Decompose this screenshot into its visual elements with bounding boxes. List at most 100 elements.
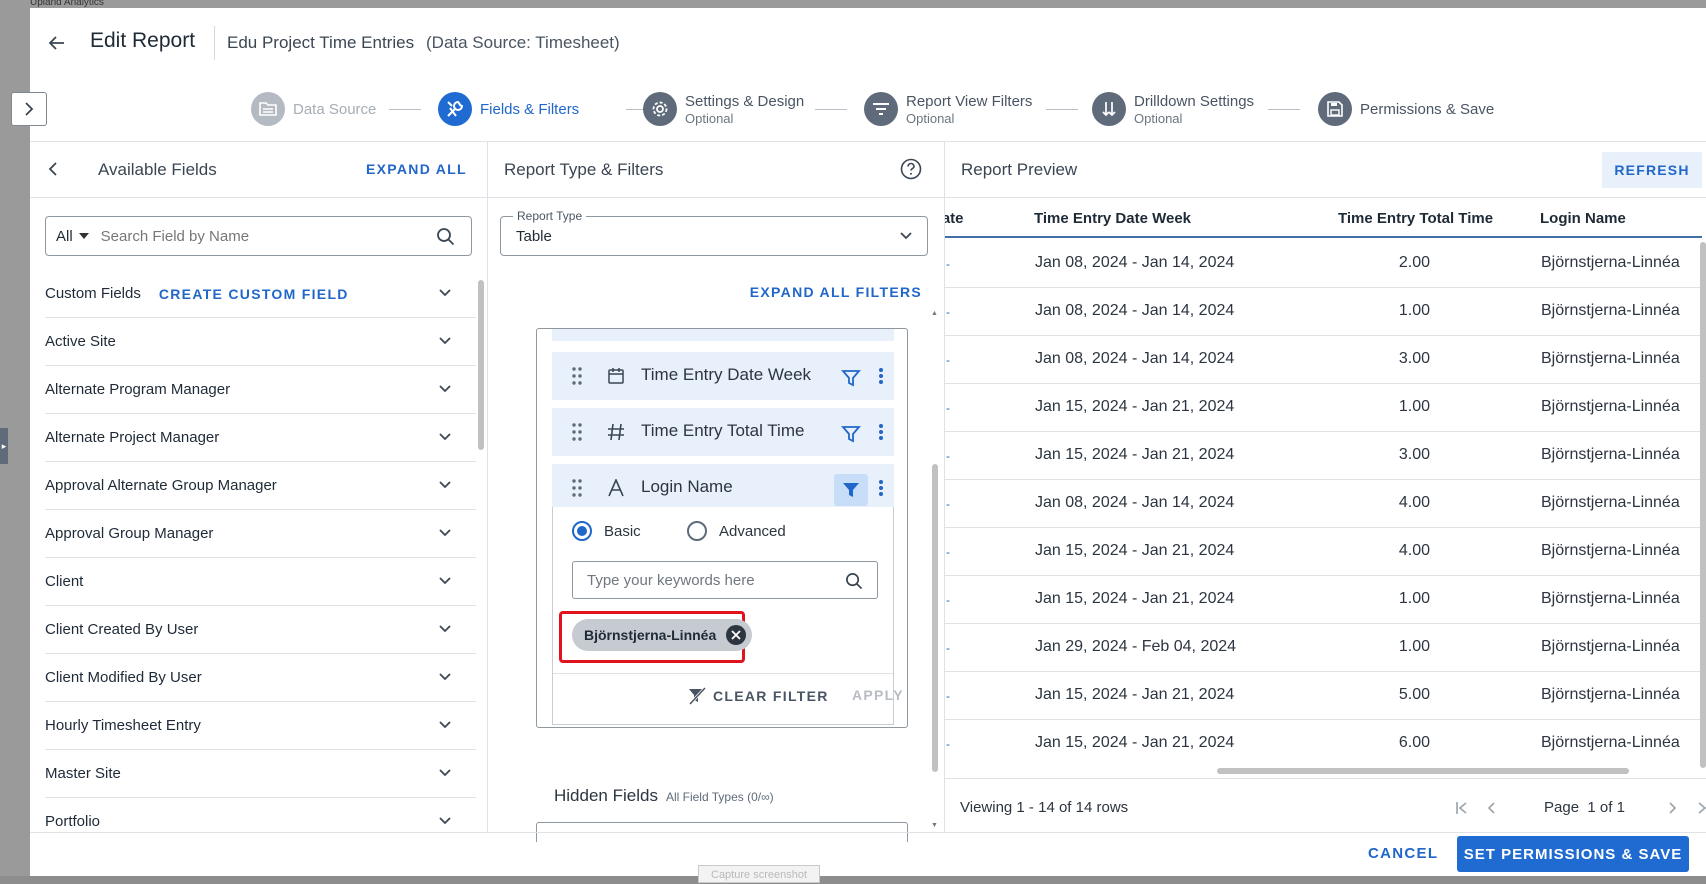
- clear-filter-button[interactable]: CLEAR FILTER: [687, 687, 829, 705]
- cell-total-time: 3.00: [1398, 350, 1430, 367]
- prev-page-button[interactable]: [1481, 797, 1503, 819]
- field-row[interactable]: Approval Group Manager: [45, 510, 476, 558]
- filters-scrollbar[interactable]: [932, 464, 938, 772]
- step-settings-design[interactable]: Settings & Design Optional: [643, 92, 804, 126]
- cell-week: Jan 15, 2024 - Jan 21, 2024: [1035, 542, 1235, 559]
- table-row[interactable]: - Jan 15, 2024 - Jan 21, 2024 1.00 Björnstj…: [945, 576, 1702, 624]
- refresh-button[interactable]: REFRESH: [1602, 152, 1702, 188]
- field-name: Client Modified By User: [45, 669, 202, 686]
- cell-total-time: 1.00: [1398, 302, 1430, 319]
- field-list-scrollbar[interactable]: [478, 280, 484, 450]
- field-row[interactable]: Client Modified By User: [45, 654, 476, 702]
- table-row[interactable]: - Jan 15, 2024 - Jan 21, 2024 5.00 Björnstj…: [945, 672, 1702, 720]
- create-custom-field-button[interactable]: CREATE CUSTOM FIELD: [159, 286, 349, 302]
- filter-toggle-button[interactable]: [834, 362, 868, 394]
- table-row[interactable]: - Jan 15, 2024 - Jan 21, 2024 4.00 Björnstj…: [945, 528, 1702, 576]
- more-options-button[interactable]: [872, 364, 890, 388]
- preview-horizontal-scrollbar[interactable]: [1217, 768, 1629, 774]
- scroll-up-arrow[interactable]: ▲: [931, 310, 938, 317]
- available-fields-title: Available Fields: [98, 160, 217, 179]
- preview-vertical-scrollbar[interactable]: [1700, 242, 1706, 768]
- column-header[interactable]: Time Entry Total Time: [1338, 210, 1493, 227]
- capture-screenshot-tag[interactable]: Capture screenshot: [698, 865, 820, 883]
- radio-dot: [572, 521, 592, 541]
- field-row[interactable]: Client: [45, 558, 476, 606]
- field-row[interactable]: Hourly Timesheet Entry: [45, 702, 476, 750]
- drag-handle-icon[interactable]: [571, 422, 583, 442]
- search-icon[interactable]: [436, 227, 455, 246]
- first-page-icon: [1456, 802, 1467, 814]
- cell-total-time: 6.00: [1398, 734, 1430, 751]
- save-disk-icon: [1318, 92, 1352, 126]
- table-row[interactable]: - Jan 08, 2024 - Jan 14, 2024 1.00 Björnstj…: [945, 288, 1702, 336]
- first-page-button[interactable]: [1451, 797, 1473, 819]
- more-options-button[interactable]: [872, 420, 890, 444]
- cancel-button[interactable]: CANCEL: [1368, 845, 1438, 862]
- collapse-panel-button[interactable]: [46, 160, 62, 183]
- table-row[interactable]: - Jan 08, 2024 - Jan 14, 2024 4.00 Björnstj…: [945, 480, 1702, 528]
- cell-total-time: 1.00: [1398, 398, 1430, 415]
- cell-login-name: Björnstjerna-Linnéa: [1541, 734, 1680, 751]
- filters-container: Time Entry Date Week Time Entry Total Ti…: [536, 328, 908, 728]
- calendar-icon: [604, 364, 628, 388]
- column-header[interactable]: Time Entry Date Week: [1034, 210, 1191, 227]
- column-header[interactable]: Login Name: [1540, 210, 1626, 227]
- close-icon: [731, 630, 741, 640]
- cell-week: Jan 08, 2024 - Jan 14, 2024: [1035, 350, 1235, 367]
- step-permissions-save[interactable]: Permissions & Save: [1318, 92, 1494, 126]
- field-row[interactable]: Client Created By User: [45, 606, 476, 654]
- search-icon[interactable]: [845, 572, 863, 590]
- cell-login-name: Björnstjerna-Linnéa: [1541, 302, 1680, 319]
- scroll-down-arrow[interactable]: ▼: [931, 822, 938, 829]
- field-name: Approval Group Manager: [45, 525, 214, 542]
- cell-week: Jan 15, 2024 - Jan 21, 2024: [1035, 590, 1235, 607]
- step-label: Drilldown Settings: [1134, 92, 1255, 110]
- set-permissions-save-button[interactable]: SET PERMISSIONS & SAVE: [1457, 836, 1689, 872]
- step-drilldown-settings[interactable]: Drilldown Settings Optional: [1092, 92, 1254, 126]
- edge-expand-tab[interactable]: ▸: [0, 428, 8, 464]
- column-header[interactable]: Date: [945, 210, 964, 227]
- step-sub: Optional: [906, 110, 955, 126]
- help-icon[interactable]: [900, 158, 922, 180]
- table-row[interactable]: - Jan 29, 2024 - Feb 04, 2024 1.00 Björnstj…: [945, 624, 1702, 672]
- step-data-source[interactable]: Data Source: [251, 92, 376, 126]
- hidden-fields-heading: Hidden Fields All Field Types (0/∞): [554, 786, 774, 806]
- expand-sidebar-button[interactable]: [11, 92, 47, 126]
- expand-all-filters-button[interactable]: EXPAND ALL FILTERS: [750, 284, 922, 300]
- filter-toggle-button[interactable]: [834, 474, 868, 506]
- drag-handle-icon[interactable]: [571, 366, 583, 386]
- keyword-input[interactable]: [587, 571, 837, 589]
- step-report-view-filters[interactable]: Report View Filters Optional: [864, 92, 1032, 126]
- table-row[interactable]: - Jan 15, 2024 - Jan 21, 2024 3.00 Björnstj…: [945, 432, 1702, 480]
- last-page-button[interactable]: [1692, 797, 1706, 819]
- table-row[interactable]: - Jan 15, 2024 - Jan 21, 2024 6.00 Björnstj…: [945, 720, 1702, 764]
- step-fields-filters[interactable]: Fields & Filters: [438, 92, 579, 126]
- field-row[interactable]: Active Site: [45, 318, 476, 366]
- table-row[interactable]: - Jan 08, 2024 - Jan 14, 2024 3.00 Björnstj…: [945, 336, 1702, 384]
- filter-row-time-entry-date-week[interactable]: Time Entry Date Week: [552, 352, 894, 400]
- next-page-button[interactable]: [1661, 797, 1683, 819]
- field-row[interactable]: Alternate Project Manager: [45, 414, 476, 462]
- radio-basic[interactable]: Basic: [572, 521, 641, 541]
- filter-row-time-entry-total-time[interactable]: Time Entry Total Time: [552, 408, 894, 456]
- report-type-select[interactable]: Report Type Table: [500, 209, 928, 256]
- table-row[interactable]: - Jan 08, 2024 - Jan 14, 2024 2.00 Björnstj…: [945, 240, 1702, 288]
- field-search-input[interactable]: [100, 227, 421, 245]
- field-row[interactable]: Portfolio: [45, 798, 476, 832]
- field-type-select[interactable]: All: [56, 228, 89, 245]
- back-button[interactable]: [44, 30, 70, 56]
- table-row[interactable]: - Jan 15, 2024 - Jan 21, 2024 1.00 Björnstj…: [945, 384, 1702, 432]
- drag-handle-icon[interactable]: [571, 478, 583, 498]
- filter-row-login-name[interactable]: Login Name: [552, 464, 894, 512]
- chevron-down-icon: [439, 385, 451, 393]
- expand-all-button[interactable]: EXPAND ALL: [366, 161, 467, 177]
- more-options-button[interactable]: [872, 476, 890, 500]
- filter-toggle-button[interactable]: [834, 418, 868, 450]
- field-row[interactable]: Master Site: [45, 750, 476, 798]
- field-row[interactable]: Approval Alternate Group Manager: [45, 462, 476, 510]
- chip-remove-button[interactable]: [726, 625, 747, 645]
- field-row-custom-fields[interactable]: Custom Fields CREATE CUSTOM FIELD: [45, 270, 476, 318]
- field-row[interactable]: Alternate Program Manager: [45, 366, 476, 414]
- radio-advanced[interactable]: Advanced: [687, 521, 786, 541]
- apply-button[interactable]: APPLY: [852, 687, 904, 703]
